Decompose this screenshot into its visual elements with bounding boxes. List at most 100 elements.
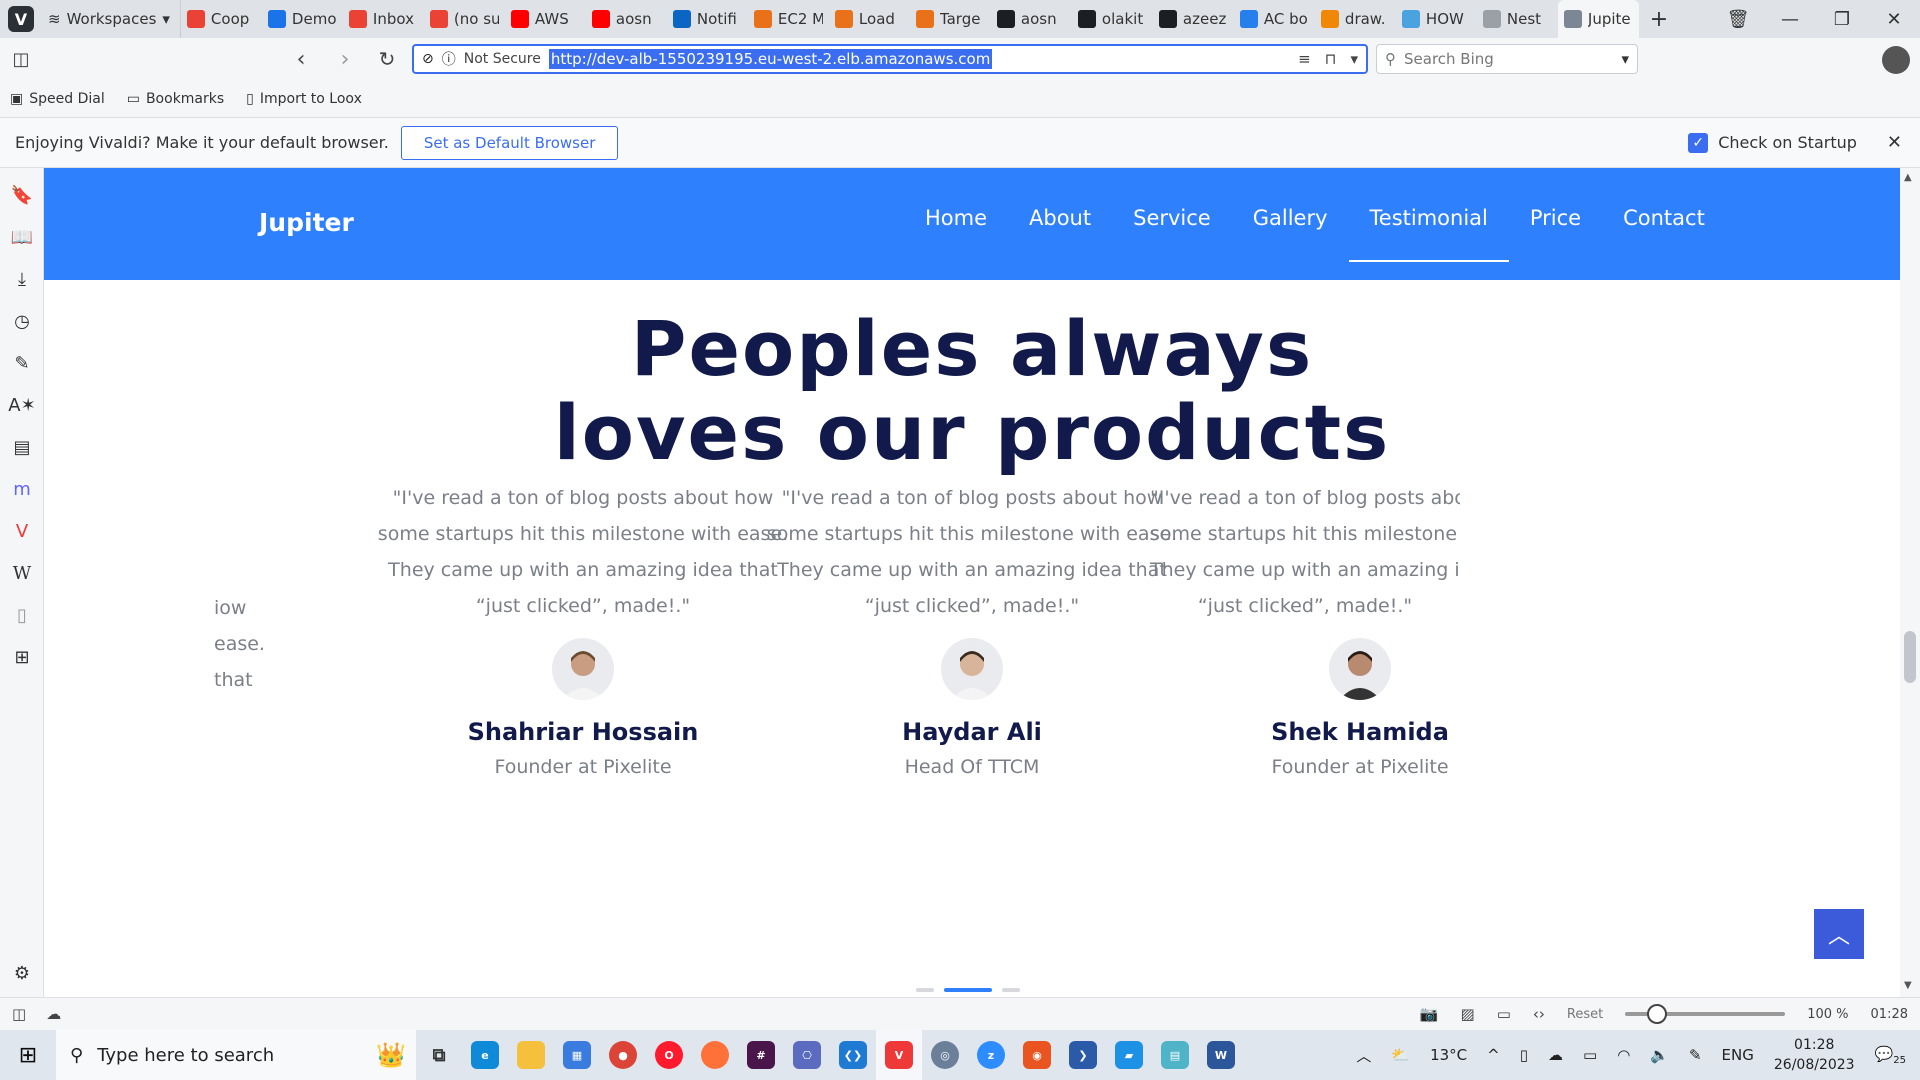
chevron-down-icon[interactable]: ▾ — [1621, 50, 1629, 68]
word-icon[interactable]: W — [1198, 1030, 1244, 1080]
scroll-up-arrow[interactable]: ▲ — [1904, 172, 1912, 183]
zoom-reset-button[interactable]: Reset — [1567, 1007, 1603, 1022]
carousel-dot[interactable] — [916, 988, 934, 992]
page-icon[interactable]: ▯ — [9, 602, 35, 628]
browser-tab[interactable]: olakit — [1072, 0, 1153, 38]
carousel-dot-active[interactable] — [944, 988, 992, 992]
search-engine-field[interactable]: ⚲ Search Bing ▾ — [1376, 44, 1638, 74]
windows-start-icon[interactable]: ⊞ — [0, 1030, 56, 1080]
panel-toggle-icon[interactable]: ◫ — [0, 49, 42, 70]
nav-link-service[interactable]: Service — [1112, 168, 1232, 280]
new-tab-button[interactable]: + — [1639, 7, 1679, 32]
chevron-down-icon[interactable]: ▾ — [1350, 50, 1358, 68]
scrollbar-thumb[interactable] — [1904, 631, 1916, 683]
task-view-icon[interactable]: ⧉ — [416, 1030, 462, 1080]
browser-tab[interactable]: aosn — [991, 0, 1072, 38]
browser-tab[interactable]: (no su — [424, 0, 505, 38]
browser-tab[interactable]: aosn — [586, 0, 667, 38]
carousel-dot[interactable] — [1002, 988, 1020, 992]
page-scrollbar[interactable]: ▲ ▼ — [1900, 168, 1920, 997]
notification-center-icon[interactable]: 💬25 — [1875, 1045, 1906, 1066]
weather-icon[interactable]: ⛅ — [1391, 1046, 1410, 1064]
forward-button[interactable]: › — [324, 47, 366, 72]
ubuntu-icon[interactable]: ◉ — [1014, 1030, 1060, 1080]
nav-link-contact[interactable]: Contact — [1602, 168, 1726, 280]
image-icon[interactable]: ▨ — [1461, 1005, 1475, 1023]
close-icon[interactable]: ✕ — [1887, 132, 1902, 153]
globe-app-icon[interactable]: ◎ — [922, 1030, 968, 1080]
language-indicator[interactable]: ENG — [1722, 1046, 1754, 1064]
camera-icon[interactable]: 📷 — [1420, 1005, 1439, 1023]
powershell-icon[interactable]: ❯ — [1060, 1030, 1106, 1080]
vivaldi-taskbar-icon[interactable]: V — [876, 1030, 922, 1080]
pen-icon[interactable]: ✎ — [1689, 1046, 1702, 1064]
add-panel-icon[interactable]: ⊞ — [9, 644, 35, 670]
browser-tab[interactable]: Coop — [181, 0, 262, 38]
nav-link-price[interactable]: Price — [1509, 168, 1602, 280]
weather-temp[interactable]: 13°C — [1430, 1046, 1467, 1064]
browser-tab[interactable]: Notifi — [667, 0, 748, 38]
window-panel-icon[interactable]: ▤ — [9, 434, 35, 460]
browser-tab[interactable]: draw. — [1315, 0, 1396, 38]
browser-tab[interactable]: Nest — [1477, 0, 1558, 38]
check-on-startup-checkbox[interactable]: ✓ — [1688, 132, 1709, 153]
profile-avatar[interactable] — [1882, 46, 1910, 74]
bookmark-import-loox[interactable]: ▯ Import to Loox — [246, 91, 362, 107]
notepad-icon[interactable]: ▤ — [1152, 1030, 1198, 1080]
workspaces-button[interactable]: ≋ Workspaces ▾ — [44, 0, 181, 38]
address-field[interactable]: ⊘ ⓘ Not Secure http://dev-alb-1550239195… — [412, 44, 1368, 74]
vscode-icon[interactable]: ❮❯ — [830, 1030, 876, 1080]
translate-icon[interactable]: A✶ — [8, 392, 35, 418]
browser-tab[interactable]: azeez — [1153, 0, 1234, 38]
browser-tab[interactable]: AC bo — [1234, 0, 1315, 38]
info-icon[interactable]: ⓘ — [442, 49, 456, 69]
taskbar-clock[interactable]: 01:28 26/08/2023 — [1774, 1035, 1855, 1075]
firefox-icon[interactable] — [692, 1030, 738, 1080]
cloud-sync-icon[interactable]: ☁ — [46, 1005, 61, 1023]
chevron-up-icon[interactable]: ︿ — [1356, 1045, 1371, 1066]
bookmark-icon[interactable]: ⊓ — [1325, 50, 1337, 68]
docker-icon[interactable]: ▰ — [1106, 1030, 1152, 1080]
browser-tab[interactable]: Jupite — [1557, 0, 1639, 38]
scroll-to-top-button[interactable]: ︿ — [1814, 909, 1864, 959]
panel-toggle-icon[interactable]: ◫ — [12, 1005, 26, 1023]
browser-tab[interactable]: Demo — [262, 0, 343, 38]
browser-tab[interactable]: AWS — [505, 0, 586, 38]
restore-button[interactable]: ❐ — [1816, 9, 1868, 30]
reading-list-icon[interactable]: 📖 — [9, 224, 35, 250]
taskbar-search[interactable]: ⚲ Type here to search 👑 — [56, 1030, 416, 1080]
settings-gear-icon[interactable]: ⚙ — [9, 960, 35, 986]
zoom-slider[interactable] — [1625, 1004, 1786, 1024]
scroll-down-arrow[interactable]: ▼ — [1904, 980, 1912, 991]
close-window-button[interactable]: ✕ — [1868, 9, 1920, 30]
nav-link-testimonial[interactable]: Testimonial — [1348, 168, 1510, 280]
wikipedia-icon[interactable]: W — [9, 560, 35, 586]
browser-tab[interactable]: Targe — [910, 0, 991, 38]
set-default-browser-button[interactable]: Set as Default Browser — [400, 125, 619, 160]
network-tool-icon[interactable]: ⎔ — [784, 1030, 830, 1080]
zoom-slider-knob[interactable] — [1647, 1004, 1668, 1024]
url-text[interactable]: http://dev-alb-1550239195.eu-west-2.elb.… — [548, 49, 993, 69]
minimize-button[interactable]: — — [1764, 9, 1816, 30]
nav-link-home[interactable]: Home — [904, 168, 1008, 280]
browser-tab[interactable]: EC2 M — [748, 0, 829, 38]
vivaldi-menu-icon[interactable]: V — [8, 6, 34, 32]
nav-link-about[interactable]: About — [1008, 168, 1112, 280]
reader-view-icon[interactable]: ≡ — [1298, 50, 1311, 68]
browser-tab[interactable]: HOW — [1396, 0, 1477, 38]
bookmarks-panel-icon[interactable]: 🔖 — [9, 182, 35, 208]
site-logo[interactable]: Jupiter — [259, 208, 354, 237]
nav-link-gallery[interactable]: Gallery — [1232, 168, 1349, 280]
bookmark-speed-dial[interactable]: ▣ Speed Dial — [10, 91, 105, 107]
slack-icon[interactable]: # — [738, 1030, 784, 1080]
trash-icon[interactable]: 🗑 — [1712, 9, 1764, 30]
vivaldi-panel-icon[interactable]: V — [9, 518, 35, 544]
chevron-up-icon[interactable]: ^ — [1487, 1046, 1500, 1064]
notes-icon[interactable]: ✎ — [9, 350, 35, 376]
cloud-error-icon[interactable]: ☁ — [1548, 1046, 1563, 1064]
code-icon[interactable]: ‹› — [1533, 1005, 1545, 1023]
back-button[interactable]: ‹ — [280, 47, 322, 72]
page-tiling-icon[interactable]: ▭ — [1497, 1005, 1511, 1023]
mastodon-icon[interactable]: m — [9, 476, 35, 502]
file-explorer-icon[interactable] — [508, 1030, 554, 1080]
